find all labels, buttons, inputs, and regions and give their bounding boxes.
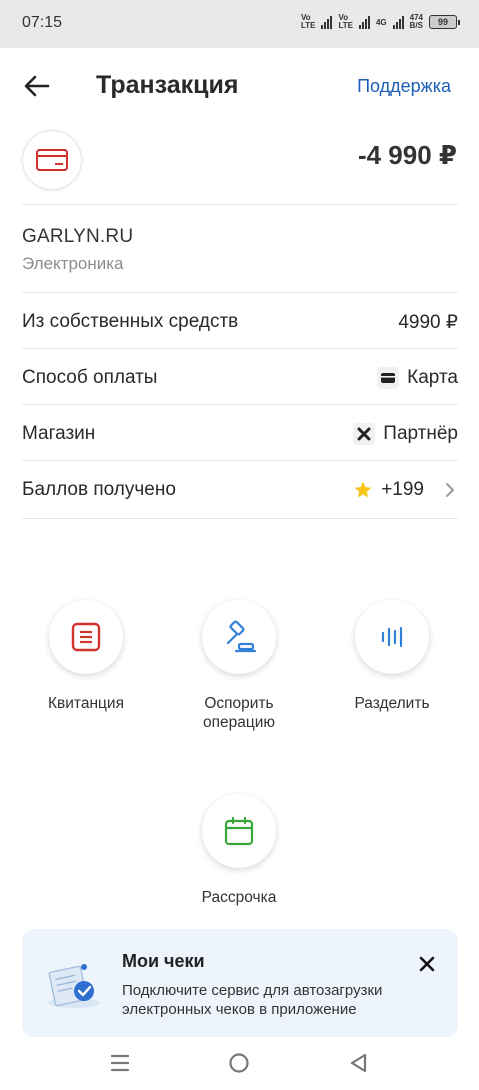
card-icon (36, 149, 68, 171)
detail-own-funds: Из собственных средств 4990 ₽ (22, 294, 458, 350)
nav-back-button[interactable] (348, 1052, 370, 1079)
header: Транзакция Поддержка (0, 48, 479, 124)
battery-icon: 99 (429, 15, 460, 29)
receipt-button[interactable]: Квитанция (11, 600, 161, 713)
receipt-check-icon (48, 964, 100, 1008)
divider (22, 348, 458, 349)
nav-menu-button[interactable] (108, 1052, 132, 1079)
detail-value: +199 (353, 479, 458, 501)
net-speed: 474 B/S (410, 14, 423, 30)
back-button[interactable] (22, 72, 52, 100)
detail-value: 4990 ₽ (398, 311, 458, 334)
detail-value-text: +199 (381, 479, 424, 500)
split-button[interactable]: Разделить (317, 600, 467, 713)
status-time: 07:15 (22, 14, 63, 31)
menu-icon (110, 1054, 130, 1072)
signal-icon-3 (392, 15, 404, 29)
merchant-category: Электроника (22, 254, 124, 273)
divider (22, 460, 458, 461)
installment-circle (202, 794, 276, 868)
detail-label: Из собственных средств (22, 311, 239, 332)
close-icon (419, 956, 435, 972)
amount-row: -4 990 ₽ (0, 124, 479, 194)
net-speed-unit: B/S (409, 21, 423, 30)
banner-title: Мои чеки (122, 951, 205, 971)
transaction-icon (22, 130, 82, 190)
detail-label: Магазин (22, 423, 96, 444)
status-bar: 07:15 Vo LTE Vo LTE 4G 474 B/S 99 (0, 0, 479, 48)
divider (22, 204, 458, 205)
volte-icon-2: Vo LTE (338, 14, 353, 30)
star-icon (354, 481, 372, 498)
detail-value: Карта (377, 367, 458, 389)
volte-icon: Vo LTE (301, 14, 316, 30)
page-title: Транзакция (96, 71, 239, 99)
calendar-icon (224, 816, 254, 846)
detail-value-text: Партнёр (383, 423, 458, 444)
detail-value-text: 4990 ₽ (398, 311, 458, 333)
dispute-label-line2: операцию (202, 714, 276, 731)
split-label: Разделить (354, 695, 430, 712)
detail-label: Способ оплаты (22, 367, 158, 388)
arrow-left-icon (24, 75, 50, 97)
volte2-bottom: LTE (338, 21, 353, 30)
detail-value: Партнёр (353, 423, 458, 445)
receipt-icon (71, 622, 101, 652)
split-icon (381, 626, 403, 648)
close-button[interactable] (418, 955, 436, 973)
support-link[interactable]: Поддержка (357, 76, 451, 97)
dispute-label: Оспорить операцию (203, 694, 275, 732)
divider (22, 518, 458, 519)
split-circle (355, 600, 429, 674)
dispute-label-line1: Оспорить (204, 695, 274, 712)
transaction-amount: -4 990 ₽ (357, 140, 457, 170)
card-small-icon (377, 367, 400, 389)
signal-icon (321, 15, 333, 29)
dispute-button[interactable]: Оспорить операцию (164, 600, 314, 732)
receipt-label: Квитанция (48, 695, 124, 712)
detail-store: Магазин Партнёр (22, 406, 458, 462)
system-nav-bar (0, 1040, 479, 1090)
merchant-info: GARLYN.RU Электроника (22, 226, 133, 274)
installment-label: Рассрочка (201, 889, 277, 906)
receipt-circle (49, 600, 123, 674)
receipts-banner[interactable]: Мои чеки Подключите сервис для автозагру… (22, 929, 458, 1037)
detail-points[interactable]: Баллов получено +199 (22, 462, 458, 518)
volte-bottom: LTE (300, 21, 316, 30)
back-triangle-icon (350, 1053, 367, 1073)
nav-home-button[interactable] (228, 1052, 250, 1079)
home-circle-icon (229, 1053, 249, 1073)
detail-payment-method: Способ оплаты Карта (22, 350, 458, 406)
dispute-circle (202, 600, 276, 674)
divider (22, 404, 458, 405)
partner-icon (353, 423, 376, 445)
detail-value-text: Карта (407, 367, 458, 388)
network-type: 4G (375, 17, 387, 27)
detail-label: Баллов получено (22, 479, 176, 500)
banner-text: Подключите сервис для автозагрузки элект… (122, 982, 383, 1018)
signal-icon-2 (358, 15, 370, 29)
gavel-icon (226, 620, 256, 653)
divider (22, 292, 458, 293)
battery-level: 99 (437, 17, 448, 27)
installment-button[interactable]: Рассрочка (164, 794, 314, 907)
chevron-right-icon (446, 483, 454, 497)
status-icons: Vo LTE Vo LTE 4G 474 B/S 99 (301, 14, 460, 30)
merchant-name: GARLYN.RU (22, 226, 134, 247)
